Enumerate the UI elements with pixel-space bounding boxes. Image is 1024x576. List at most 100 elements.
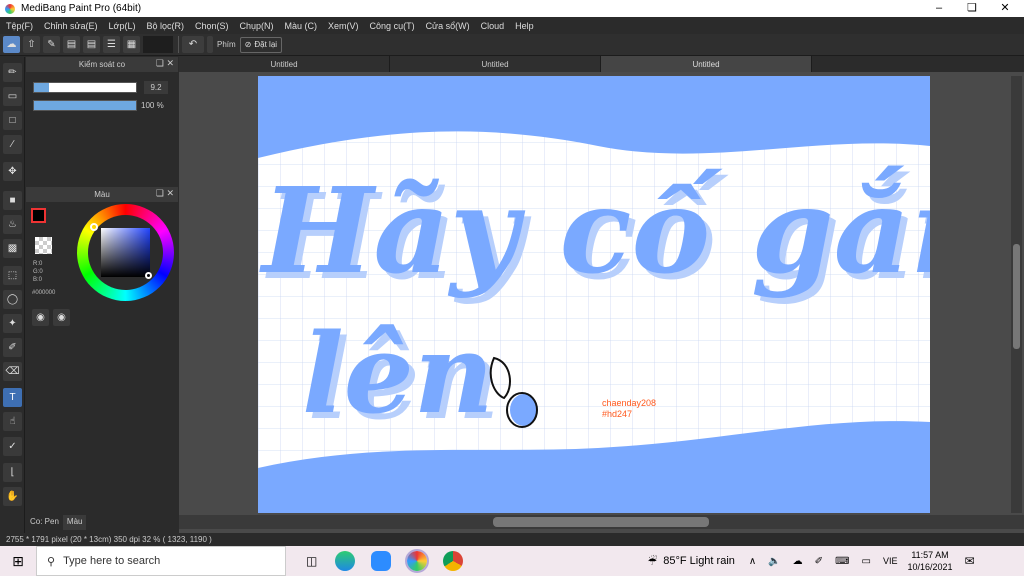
- volume-icon[interactable]: 🔈: [768, 556, 780, 567]
- menu-window[interactable]: Cửa sổ(W): [426, 21, 470, 31]
- medibang-taskbar-icon[interactable]: [405, 549, 430, 573]
- chat-icon[interactable]: ▤: [63, 36, 80, 53]
- document-icon[interactable]: ▤: [83, 36, 100, 53]
- cloud-icon[interactable]: ☁: [3, 36, 20, 53]
- panel-controls[interactable]: ❏ ✕: [156, 58, 174, 69]
- lasso-tool-icon[interactable]: ◯: [3, 290, 22, 309]
- hue-handle[interactable]: [90, 223, 98, 231]
- hue-wheel[interactable]: [77, 204, 174, 301]
- comment-icon[interactable]: ✎: [43, 36, 60, 53]
- list-icon[interactable]: ☰: [103, 36, 120, 53]
- palette-icon[interactable]: ◉: [32, 309, 49, 326]
- opacity-slider[interactable]: [33, 100, 137, 111]
- select-rect-tool-icon[interactable]: ⬚: [3, 266, 22, 285]
- vertical-scrollbar[interactable]: [1011, 76, 1022, 513]
- menu-file[interactable]: Tệp(F): [6, 21, 33, 31]
- bucket-tool-icon[interactable]: ♨: [3, 215, 22, 234]
- windows-start-icon[interactable]: ⊞: [0, 553, 36, 570]
- maximize-button[interactable]: ❏: [955, 0, 989, 17]
- menu-layer[interactable]: Lớp(L): [109, 21, 136, 31]
- brush-size-slider[interactable]: [33, 82, 137, 93]
- zoom-icon[interactable]: [371, 551, 392, 571]
- gradient-tool-icon[interactable]: ▩: [3, 239, 22, 258]
- line-tool-icon[interactable]: ∕: [3, 135, 22, 154]
- weather-text[interactable]: 85°F Light rain: [663, 555, 735, 567]
- clock[interactable]: 11:57 AM 10/16/2021: [907, 549, 952, 573]
- windows-taskbar: ⊞ ⚲ Type here to search ◫ ☔ 85°F Light r…: [0, 546, 1024, 576]
- horizontal-scrollbar[interactable]: [179, 515, 1024, 529]
- brush-tool-icon[interactable]: ✏: [3, 63, 22, 82]
- text-tool-icon[interactable]: T: [3, 388, 22, 407]
- eyedropper-icon[interactable]: ⌊: [3, 463, 22, 482]
- eraser-tool-icon[interactable]: ▭: [3, 87, 22, 106]
- palette-add-icon[interactable]: ◉: [53, 309, 70, 326]
- menu-help[interactable]: Help: [515, 21, 534, 31]
- horizontal-scroll-thumb[interactable]: [493, 517, 709, 527]
- toolbar: ☁ ⇧ ✎ ▤ ▤ ☰ ▦ ↶ Phím ⊘ Đặt lại: [0, 34, 1024, 56]
- menu-cloud[interactable]: Cloud: [481, 21, 505, 31]
- brush-tab[interactable]: Co: Pen: [26, 515, 63, 530]
- language-indicator[interactable]: VIE: [883, 556, 898, 566]
- sv-handle[interactable]: [145, 272, 152, 279]
- foreground-swatch[interactable]: [31, 208, 46, 223]
- saturation-square[interactable]: [101, 228, 150, 277]
- color-panel-header: Màu ❏ ✕: [26, 187, 178, 202]
- keyboard-icon[interactable]: ⌨: [835, 556, 849, 567]
- menu-color[interactable]: Màu (C): [285, 21, 318, 31]
- panel-controls[interactable]: ❏ ✕: [156, 188, 174, 199]
- share-icon[interactable]: ⇧: [23, 36, 40, 53]
- display-icon[interactable]: ▭: [862, 556, 871, 567]
- chrome-icon[interactable]: [443, 551, 464, 571]
- minimize-button[interactable]: –: [922, 0, 956, 17]
- pen-icon[interactable]: ✐: [815, 556, 823, 567]
- status-bar: 2755 * 1791 pixel (20 * 13cm) 350 dpi 32…: [0, 533, 1024, 546]
- color-tab[interactable]: Màu: [62, 515, 87, 530]
- window-title: MediBang Paint Pro (64bit): [21, 3, 142, 14]
- toolbar-divider: [178, 36, 179, 53]
- taskbar-search-box[interactable]: ⚲ Type here to search: [36, 546, 286, 576]
- document-tabs: Untitled Untitled Untitled: [179, 56, 1024, 72]
- fill-rect-tool-icon[interactable]: ■: [3, 191, 22, 210]
- task-view-icon[interactable]: ◫: [306, 554, 317, 568]
- menu-edit[interactable]: Chỉnh sửa(E): [44, 21, 98, 31]
- cursor-coords: ( 1323, 1190 ): [162, 535, 212, 544]
- brush-size-value[interactable]: 9.2: [144, 81, 168, 94]
- hand-tool-icon[interactable]: ✋: [3, 487, 22, 506]
- notification-icon[interactable]: ✉: [965, 554, 975, 568]
- document-tab-2[interactable]: Untitled: [390, 56, 601, 72]
- menu-bar: Tệp(F) Chỉnh sửa(E) Lớp(L) Bộ lọc(R) Chọ…: [0, 17, 1024, 34]
- opacity-row: 100 %: [33, 100, 164, 111]
- toolbar-field[interactable]: [143, 36, 173, 53]
- reset-button[interactable]: ⊘ Đặt lại: [239, 36, 283, 53]
- menu-snap[interactable]: Chụp(N): [240, 21, 274, 31]
- menu-tools[interactable]: Công cụ(T): [370, 21, 415, 31]
- divide-tool-icon[interactable]: ✓: [3, 437, 22, 456]
- operation-tool-icon[interactable]: ☝: [3, 412, 22, 431]
- cloud-icon[interactable]: ☁: [793, 556, 803, 567]
- undo-icon[interactable]: ↶: [182, 36, 204, 53]
- transparent-swatch[interactable]: [35, 237, 52, 254]
- opacity-value: 100 %: [141, 101, 164, 110]
- menu-select[interactable]: Chọn(S): [195, 21, 229, 31]
- close-button[interactable]: ✕: [988, 0, 1022, 17]
- select-pen-icon[interactable]: ✐: [3, 338, 22, 357]
- select-eraser-icon[interactable]: ⌫: [3, 362, 22, 381]
- reset-label: Đặt lại: [254, 40, 278, 49]
- rectangle-tool-icon[interactable]: □: [3, 111, 22, 130]
- b-value: B:0: [33, 277, 43, 283]
- chevron-up-icon[interactable]: ∧: [749, 556, 756, 567]
- menu-filter[interactable]: Bộ lọc(R): [146, 21, 184, 31]
- document-tab-3[interactable]: Untitled: [601, 56, 812, 72]
- image-size: 2755 * 1791 pixel: [6, 535, 68, 544]
- artwork-canvas[interactable]: Hãy cố gắng Hãy cố gắng lên lên chaenday…: [258, 76, 930, 513]
- document-tab-1[interactable]: Untitled: [179, 56, 390, 72]
- menu-view[interactable]: Xem(V): [328, 21, 359, 31]
- move-tool-icon[interactable]: ✥: [3, 162, 22, 181]
- magic-wand-icon[interactable]: ✦: [3, 314, 22, 333]
- grip-handle[interactable]: [207, 36, 213, 53]
- image-dpi: 350 dpi: [113, 535, 140, 544]
- vertical-scroll-thumb[interactable]: [1013, 244, 1020, 349]
- grid-icon[interactable]: ▦: [123, 36, 140, 53]
- no-entry-icon: ⊘: [244, 40, 252, 49]
- edge-icon[interactable]: [335, 551, 356, 571]
